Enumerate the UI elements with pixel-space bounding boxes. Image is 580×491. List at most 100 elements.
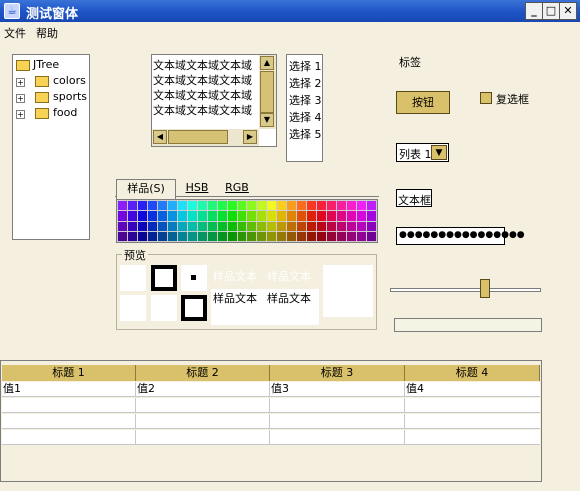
color-swatch[interactable] bbox=[367, 221, 376, 231]
tree-node-colors[interactable]: colors bbox=[53, 74, 86, 87]
color-swatch[interactable] bbox=[167, 231, 177, 241]
color-swatch[interactable] bbox=[217, 201, 227, 211]
color-swatch[interactable] bbox=[297, 211, 307, 221]
table-cell[interactable]: 值4 bbox=[405, 382, 540, 397]
color-swatch[interactable] bbox=[267, 201, 277, 211]
color-swatch[interactable] bbox=[237, 231, 247, 241]
table-row[interactable] bbox=[2, 430, 540, 445]
color-swatch[interactable] bbox=[327, 221, 337, 231]
color-swatch[interactable] bbox=[237, 221, 247, 231]
color-swatch[interactable] bbox=[137, 211, 147, 221]
list-item[interactable]: 选择 4 bbox=[289, 109, 322, 125]
color-swatch[interactable] bbox=[237, 201, 247, 211]
color-swatch[interactable] bbox=[197, 201, 207, 211]
color-swatch[interactable] bbox=[357, 211, 367, 221]
table[interactable]: 标题 1 标题 2 标题 3 标题 4 值1 值2 值3 值4 bbox=[0, 360, 542, 482]
color-swatch[interactable] bbox=[187, 201, 197, 211]
color-swatch-grid[interactable] bbox=[116, 199, 378, 243]
list-item[interactable]: 选择 1 bbox=[289, 58, 322, 74]
color-swatch[interactable] bbox=[297, 201, 307, 211]
checkbox-label[interactable]: 复选框 bbox=[496, 91, 529, 107]
color-swatch[interactable] bbox=[207, 201, 217, 211]
color-swatch[interactable] bbox=[147, 201, 157, 211]
color-swatch[interactable] bbox=[157, 201, 167, 211]
color-swatch[interactable] bbox=[167, 221, 177, 231]
scroll-thumb[interactable] bbox=[260, 71, 274, 113]
table-header[interactable]: 标题 4 bbox=[405, 365, 540, 381]
color-swatch[interactable] bbox=[147, 211, 157, 221]
color-swatch[interactable] bbox=[297, 221, 307, 231]
color-swatch[interactable] bbox=[227, 221, 237, 231]
color-swatch[interactable] bbox=[118, 201, 127, 211]
color-swatch[interactable] bbox=[157, 211, 167, 221]
list-item[interactable]: 选择 5 bbox=[289, 126, 322, 142]
password-field[interactable]: ●●●●●●●●●●●●●●●● bbox=[396, 227, 525, 245]
color-swatch[interactable] bbox=[137, 201, 147, 211]
color-swatch[interactable] bbox=[297, 231, 307, 241]
vertical-scrollbar[interactable]: ▲ ▼ bbox=[259, 55, 276, 129]
color-swatch[interactable] bbox=[247, 211, 257, 221]
table-row[interactable] bbox=[2, 398, 540, 413]
color-swatch[interactable] bbox=[207, 221, 217, 231]
color-swatch[interactable] bbox=[337, 211, 347, 221]
color-swatch[interactable] bbox=[327, 231, 337, 241]
chevron-down-icon[interactable]: ▼ bbox=[431, 145, 447, 160]
color-swatch[interactable] bbox=[127, 231, 137, 241]
color-swatch[interactable] bbox=[247, 231, 257, 241]
color-swatch[interactable] bbox=[247, 221, 257, 231]
table-header[interactable]: 标题 3 bbox=[270, 365, 405, 381]
color-swatch[interactable] bbox=[147, 221, 157, 231]
color-swatch[interactable] bbox=[237, 211, 247, 221]
color-swatch[interactable] bbox=[157, 231, 167, 241]
color-swatch[interactable] bbox=[167, 211, 177, 221]
table-cell[interactable] bbox=[2, 430, 136, 445]
color-swatch[interactable] bbox=[257, 211, 267, 221]
table-row[interactable] bbox=[2, 414, 540, 429]
slider-track[interactable] bbox=[390, 288, 541, 292]
color-swatch[interactable] bbox=[327, 201, 337, 211]
color-swatch[interactable] bbox=[347, 231, 357, 241]
color-swatch[interactable] bbox=[257, 201, 267, 211]
menu-help[interactable]: 帮助 bbox=[36, 25, 58, 41]
color-swatch[interactable] bbox=[327, 211, 337, 221]
color-swatch[interactable] bbox=[187, 231, 197, 241]
color-swatch[interactable] bbox=[307, 231, 317, 241]
scroll-thumb[interactable] bbox=[168, 130, 228, 144]
expand-icon[interactable]: + bbox=[16, 78, 25, 87]
color-swatch[interactable] bbox=[167, 201, 177, 211]
color-swatch[interactable] bbox=[307, 221, 317, 231]
table-cell[interactable] bbox=[136, 430, 270, 445]
text-field[interactable]: 文本框 bbox=[396, 189, 432, 207]
color-swatch[interactable] bbox=[227, 231, 237, 241]
color-swatch[interactable] bbox=[118, 211, 127, 221]
color-swatch[interactable] bbox=[187, 211, 197, 221]
color-swatch[interactable] bbox=[217, 221, 227, 231]
color-swatch[interactable] bbox=[257, 221, 267, 231]
color-swatch[interactable] bbox=[317, 221, 327, 231]
color-swatch[interactable] bbox=[347, 211, 357, 221]
scroll-down-icon[interactable]: ▼ bbox=[260, 113, 274, 127]
scroll-right-icon[interactable]: ▶ bbox=[243, 130, 257, 144]
table-cell[interactable] bbox=[270, 414, 405, 429]
table-cell[interactable] bbox=[2, 398, 136, 413]
color-swatch[interactable] bbox=[137, 231, 147, 241]
table-cell[interactable] bbox=[270, 398, 405, 413]
color-swatch[interactable] bbox=[287, 221, 297, 231]
list-item[interactable]: 选择 3 bbox=[289, 92, 322, 108]
color-swatch[interactable] bbox=[207, 211, 217, 221]
slider-thumb[interactable] bbox=[480, 279, 490, 298]
combo-box[interactable]: 列表 1 ▼ bbox=[396, 143, 449, 162]
table-cell[interactable] bbox=[136, 414, 270, 429]
color-swatch[interactable] bbox=[267, 221, 277, 231]
color-swatch[interactable] bbox=[118, 231, 127, 241]
color-swatch[interactable] bbox=[197, 221, 207, 231]
color-swatch[interactable] bbox=[277, 211, 287, 221]
color-swatch[interactable] bbox=[177, 201, 187, 211]
color-swatch[interactable] bbox=[337, 201, 347, 211]
color-swatch[interactable] bbox=[267, 211, 277, 221]
color-swatch[interactable] bbox=[177, 221, 187, 231]
table-row[interactable]: 值1 值2 值3 值4 bbox=[2, 382, 540, 397]
color-swatch[interactable] bbox=[127, 221, 137, 231]
color-swatch[interactable] bbox=[277, 201, 287, 211]
tree-root[interactable]: JTree bbox=[33, 58, 59, 71]
